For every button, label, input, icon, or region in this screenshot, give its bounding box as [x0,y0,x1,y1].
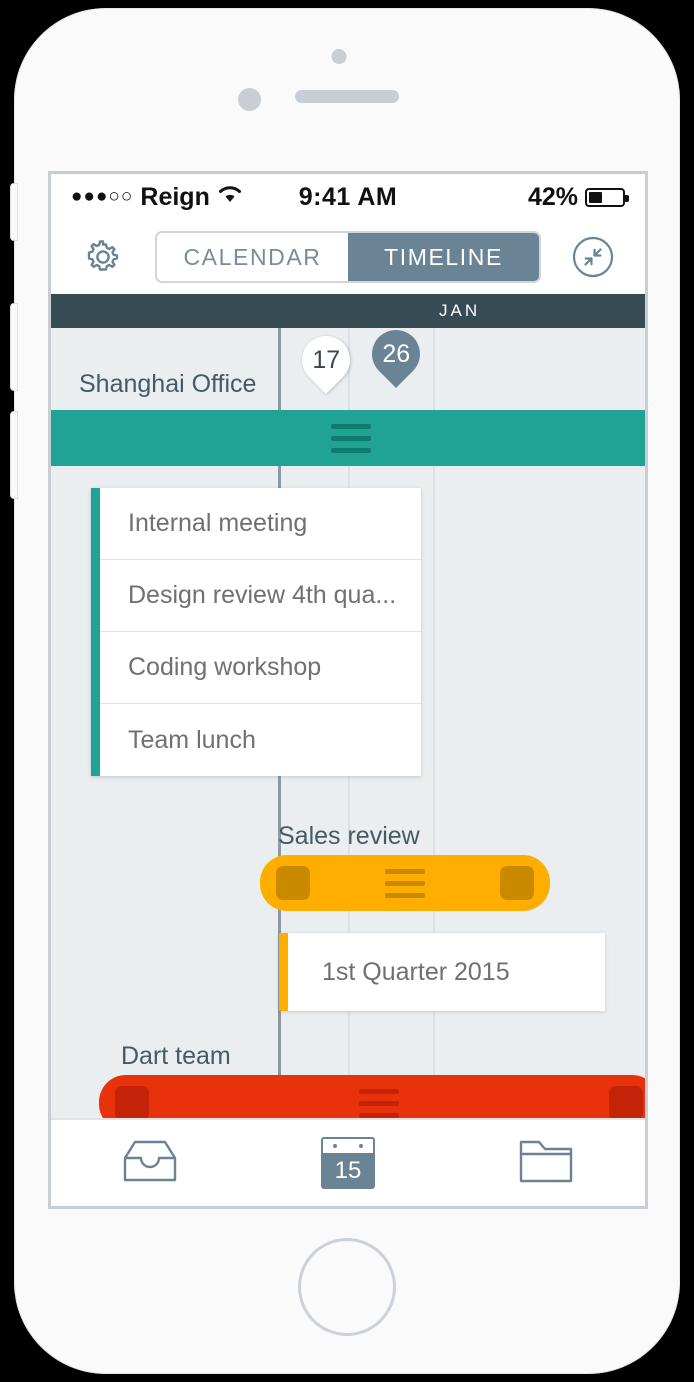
silent-switch[interactable] [10,183,18,241]
tab-timeline[interactable]: TIMELINE [348,233,539,281]
front-camera [238,88,261,111]
signal-strength-dots: ●●●○○ [71,186,134,207]
row-label-sales-review: Sales review [278,822,420,850]
detail-card-quarter[interactable]: 1st Quarter 2015 [279,933,605,1011]
list-item[interactable]: Internal meeting [100,488,421,560]
drag-handle-icon[interactable] [385,868,425,898]
battery-icon [585,187,629,207]
timeline-bar-dart-team[interactable] [99,1075,645,1118]
view-switcher: CALENDAR TIMELINE [155,231,541,283]
list-item[interactable]: Design review 4th qua... [100,560,421,632]
task-list-card: Internal meeting Design review 4th qua..… [91,488,421,776]
row-label-dart-team: Dart team [121,1042,231,1070]
calendar-icon: 15 [321,1137,375,1189]
status-bar: ●●●○○ Reign 9:41 AM 42% [51,174,645,220]
list-item[interactable]: Coding workshop [100,632,421,704]
proximity-sensor [331,49,347,64]
date-pin-label: 26 [382,339,410,368]
wifi-icon [217,183,243,211]
clock-label: 9:41 AM [298,182,398,211]
tab-files[interactable] [447,1138,645,1189]
resize-handle-right[interactable] [500,866,534,900]
earpiece-speaker [295,90,399,103]
volume-up-button[interactable] [10,303,18,391]
timeline-month-header: JAN [51,294,645,328]
tab-inbox[interactable] [51,1138,249,1189]
phone-screen: ●●●○○ Reign 9:41 AM 42% CALENDAR TIMELIN… [48,171,648,1209]
date-pin-26[interactable]: 26 [362,328,430,388]
home-button[interactable] [298,1238,396,1336]
date-pin-label: 17 [312,345,340,374]
drag-handle-icon[interactable] [359,1088,399,1118]
gear-icon[interactable] [77,231,129,283]
resize-handle-right[interactable] [609,1086,643,1118]
battery-percent-label: 42% [527,182,578,211]
app-toolbar: CALENDAR TIMELINE [51,220,645,294]
inbox-icon [121,1138,179,1189]
list-item[interactable]: Team lunch [100,704,421,776]
folder-icon [518,1138,574,1189]
phone-frame: ●●●○○ Reign 9:41 AM 42% CALENDAR TIMELIN… [10,8,680,1374]
resize-handle-left[interactable] [115,1086,149,1118]
tab-calendar-bottom[interactable]: 15 [249,1137,447,1189]
bottom-tab-bar: 15 [51,1118,645,1206]
timeline-canvas: 17 26 Shanghai Office Internal meeting D… [51,328,645,1118]
collapse-arrows-icon[interactable] [567,231,619,283]
calendar-day-label: 15 [321,1153,375,1189]
timeline-bar-shanghai-office[interactable] [51,410,645,466]
row-label-shanghai-office: Shanghai Office [79,370,257,398]
carrier-label: Reign [140,182,210,211]
resize-handle-left[interactable] [276,866,310,900]
volume-down-button[interactable] [10,411,18,499]
timeline-bar-sales-review[interactable] [260,855,550,911]
month-label: JAN [439,301,481,320]
drag-handle-icon[interactable] [331,423,371,453]
tab-calendar[interactable]: CALENDAR [157,233,348,281]
